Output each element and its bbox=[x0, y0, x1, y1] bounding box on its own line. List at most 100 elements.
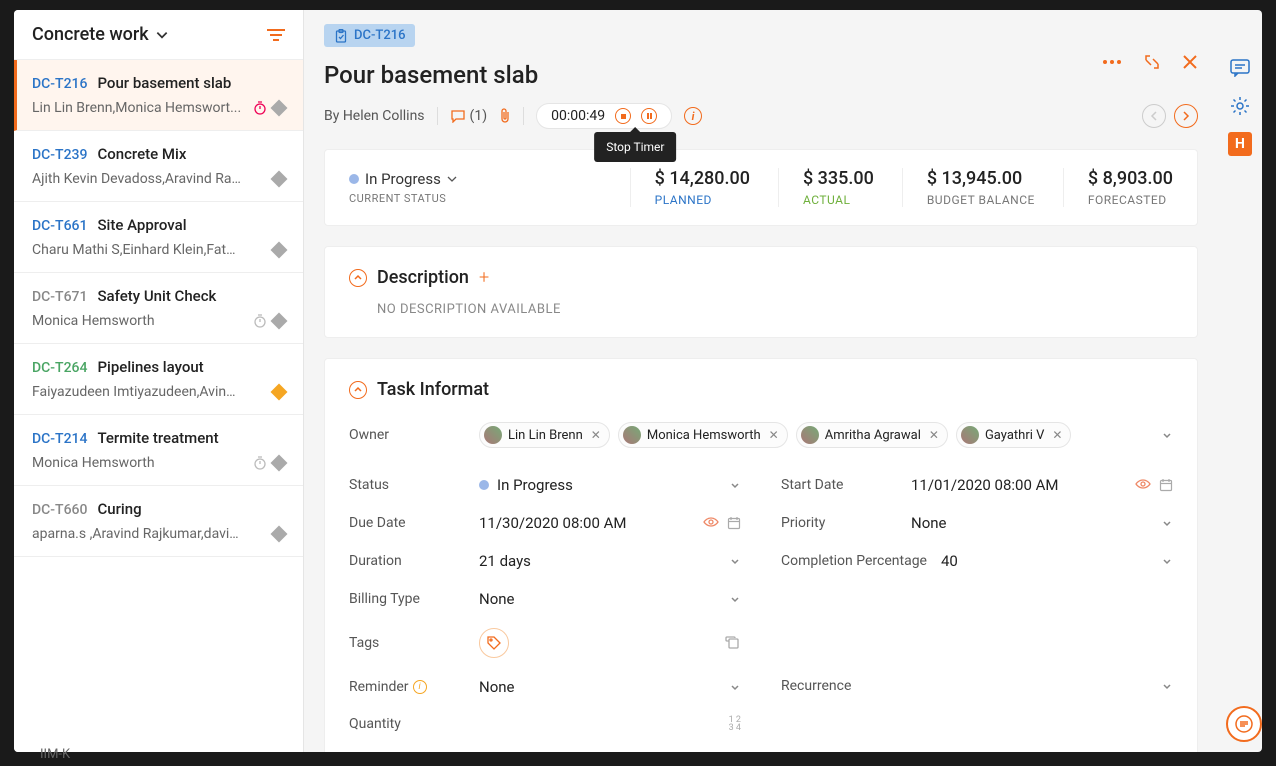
task-item[interactable]: DC-T264Pipelines layoutFaiyazudeen Imtiy… bbox=[14, 344, 303, 415]
remove-owner-icon[interactable]: ✕ bbox=[591, 428, 601, 442]
task-author: By Helen Collins bbox=[324, 108, 425, 124]
priority-diamond-icon bbox=[271, 455, 288, 472]
task-item-title: Site Approval bbox=[97, 216, 186, 234]
duration-field[interactable]: 21 days bbox=[479, 552, 729, 570]
avatar bbox=[961, 426, 979, 444]
owner-expand[interactable] bbox=[1161, 429, 1173, 441]
money-col: $ 335.00ACTUAL bbox=[778, 168, 874, 207]
owner-chip[interactable]: Gayathri V✕ bbox=[956, 422, 1072, 448]
owner-chip[interactable]: Lin Lin Brenn✕ bbox=[479, 422, 610, 448]
chevron-down-icon[interactable] bbox=[1161, 555, 1173, 567]
sidebar-title: Concrete work bbox=[32, 24, 149, 45]
next-task-button[interactable] bbox=[1174, 104, 1198, 128]
visibility-icon[interactable] bbox=[703, 516, 719, 530]
money-col: $ 13,945.00BUDGET BALANCE bbox=[902, 168, 1035, 207]
status-field[interactable]: In Progress bbox=[479, 476, 729, 494]
task-item-title: Termite treatment bbox=[97, 429, 218, 447]
task-item[interactable]: DC-T239Concrete MixAjith Kevin Devadoss,… bbox=[14, 131, 303, 202]
chat-icon[interactable] bbox=[1228, 56, 1252, 80]
remove-owner-icon[interactable]: ✕ bbox=[769, 428, 779, 442]
status-dropdown[interactable]: In Progress bbox=[349, 170, 457, 188]
chevron-down-icon[interactable] bbox=[729, 479, 741, 491]
clipboard-icon bbox=[334, 29, 348, 43]
chevron-down-icon[interactable] bbox=[729, 555, 741, 567]
sidebar-filter-dropdown[interactable]: Concrete work bbox=[32, 24, 169, 45]
list-icon[interactable]: 1 23 4 bbox=[729, 716, 741, 732]
chevron-down-icon[interactable] bbox=[729, 681, 741, 693]
money-col: $ 8,903.00FORECASTED bbox=[1063, 168, 1173, 207]
settings-icon[interactable] bbox=[1228, 94, 1252, 118]
task-id: DC-T671 bbox=[32, 289, 87, 305]
owner-field[interactable]: Lin Lin Brenn✕ Monica Hemsworth✕ Amritha A… bbox=[479, 422, 1161, 448]
chevron-down-icon[interactable] bbox=[1161, 517, 1173, 529]
collapse-toggle[interactable] bbox=[349, 269, 367, 287]
comment-icon bbox=[450, 109, 466, 123]
collapse-toggle[interactable] bbox=[349, 381, 367, 399]
task-item-title: Curing bbox=[97, 500, 141, 518]
task-detail-modal: Concrete work DC-T216Pour basement slabL… bbox=[14, 10, 1262, 752]
tooltip: Stop Timer bbox=[594, 132, 676, 162]
prev-task-button[interactable] bbox=[1142, 104, 1166, 128]
task-item-title: Pour basement slab bbox=[97, 74, 231, 92]
task-item[interactable]: DC-T671Safety Unit CheckMonica Hemsworth bbox=[14, 273, 303, 344]
reminder-info-icon[interactable]: i bbox=[413, 680, 427, 694]
task-main: DC-T216 Pour basement slab By Helen Coll… bbox=[304, 10, 1262, 752]
priority-diamond-icon bbox=[271, 313, 288, 330]
add-tag-button[interactable] bbox=[479, 628, 509, 658]
reminder-field[interactable]: None bbox=[479, 678, 729, 696]
remove-owner-icon[interactable]: ✕ bbox=[1052, 428, 1062, 442]
task-item[interactable]: DC-T216Pour basement slabLin Lin Brenn,M… bbox=[14, 60, 303, 131]
add-description-button[interactable]: + bbox=[479, 267, 489, 288]
task-assignees: aparna.s ,Aravind Rajkumar,davidh bbox=[32, 526, 242, 542]
task-assignees: Faiyazudeen Imtiyazudeen,Avinash ... bbox=[32, 384, 242, 400]
expand-icon[interactable] bbox=[1144, 54, 1160, 70]
filter-icon[interactable] bbox=[267, 28, 285, 42]
owner-chip[interactable]: Monica Hemsworth✕ bbox=[618, 422, 788, 448]
task-id: DC-T214 bbox=[32, 431, 87, 447]
help-button[interactable]: H bbox=[1228, 132, 1252, 156]
copy-tags-icon[interactable] bbox=[725, 636, 741, 650]
comments-button[interactable]: (1) bbox=[450, 108, 488, 124]
priority-diamond-icon bbox=[271, 526, 288, 543]
footer-text: IIM-K bbox=[40, 747, 70, 762]
priority-diamond-icon bbox=[271, 242, 288, 259]
description-section: Description + NO DESCRIPTION AVAILABLE bbox=[324, 246, 1198, 338]
fab-button[interactable] bbox=[1226, 706, 1262, 742]
owner-chip[interactable]: Amritha Agrawal✕ bbox=[796, 422, 948, 448]
timer-icon bbox=[253, 101, 267, 115]
attachment-button[interactable] bbox=[499, 108, 511, 124]
task-item-title: Pipelines layout bbox=[97, 358, 203, 376]
chevron-down-icon bbox=[155, 28, 169, 42]
calendar-icon[interactable] bbox=[1159, 478, 1173, 492]
avatar bbox=[801, 426, 819, 444]
priority-field[interactable]: None bbox=[911, 514, 1161, 532]
task-id: DC-T239 bbox=[32, 147, 87, 163]
task-item[interactable]: DC-T214Termite treatmentMonica Hemsworth bbox=[14, 415, 303, 486]
task-list: DC-T216Pour basement slabLin Lin Brenn,M… bbox=[14, 60, 303, 752]
calendar-icon[interactable] bbox=[727, 516, 741, 530]
info-icon[interactable]: i bbox=[684, 107, 702, 125]
start-date-field[interactable]: 11/01/2020 08:00 AM bbox=[911, 476, 1135, 494]
task-item[interactable]: DC-T660Curingaparna.s ,Aravind Rajkumar,… bbox=[14, 486, 303, 557]
billing-field[interactable]: None bbox=[479, 590, 729, 608]
priority-diamond-icon bbox=[271, 171, 288, 188]
no-description-text: NO DESCRIPTION AVAILABLE bbox=[377, 302, 1173, 317]
visibility-icon[interactable] bbox=[1135, 478, 1151, 492]
completion-field[interactable]: 40 bbox=[941, 552, 1161, 570]
chevron-down-icon[interactable] bbox=[729, 593, 741, 605]
task-item[interactable]: DC-T661Site ApprovalCharu Mathi S,Einhar… bbox=[14, 202, 303, 273]
avatar bbox=[484, 426, 502, 444]
more-menu-icon[interactable] bbox=[1102, 59, 1122, 65]
due-date-field[interactable]: 11/30/2020 08:00 AM bbox=[479, 514, 703, 532]
chevron-down-icon[interactable] bbox=[1161, 680, 1173, 692]
task-id-badge[interactable]: DC-T216 bbox=[324, 24, 415, 47]
remove-owner-icon[interactable]: ✕ bbox=[929, 428, 939, 442]
task-assignees: Monica Hemsworth bbox=[32, 313, 155, 329]
pause-timer-button[interactable] bbox=[641, 108, 657, 124]
status-dot-icon bbox=[349, 174, 359, 184]
task-assignees: Ajith Kevin Devadoss,Aravind Rajku... bbox=[32, 171, 242, 187]
right-rail: H bbox=[1218, 20, 1262, 156]
stop-timer-button[interactable] bbox=[615, 108, 631, 124]
money-col: $ 14,280.00PLANNED bbox=[630, 168, 750, 207]
close-icon[interactable] bbox=[1182, 54, 1198, 70]
